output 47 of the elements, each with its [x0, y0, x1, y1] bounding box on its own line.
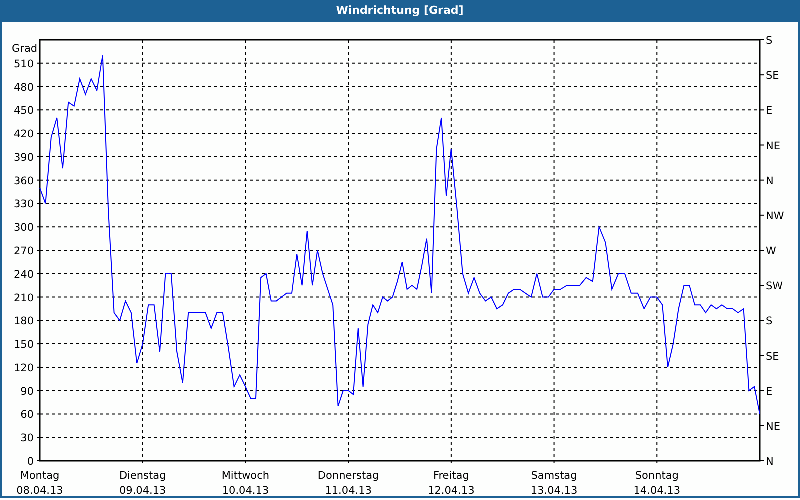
day-label: Montag: [20, 470, 60, 482]
y-axis-label: 150: [14, 338, 34, 351]
direction-label: SW: [766, 280, 784, 292]
direction-label: NE: [766, 420, 780, 433]
date-label: 11.04.13: [325, 484, 372, 496]
y-axis-label: 180: [14, 316, 34, 328]
direction-label: SE: [766, 70, 780, 82]
y-axis-label: 390: [14, 152, 34, 164]
y-axis-label: 30: [20, 432, 34, 445]
direction-label: S: [766, 34, 773, 47]
date-label: 09.04.13: [119, 484, 166, 496]
y-axis-title: Grad: [12, 42, 38, 55]
y-axis-label: 480: [14, 82, 34, 94]
direction-label: SE: [766, 350, 780, 363]
day-label: Mittwoch: [222, 470, 270, 482]
y-axis-label: 60: [20, 409, 34, 422]
date-label: 13.04.13: [530, 484, 578, 496]
y-axis-label: 360: [14, 175, 34, 188]
date-label: 12.04.13: [428, 484, 475, 496]
direction-label: E: [766, 386, 773, 398]
date-label: 10.04.13: [222, 484, 270, 496]
direction-label: N: [766, 456, 774, 468]
y-axis-label: 270: [14, 245, 34, 258]
y-axis-label: 330: [14, 198, 34, 211]
direction-label: S: [766, 316, 773, 328]
window-title: Windrichtung [Grad]: [2, 0, 798, 22]
day-label: Samstag: [531, 470, 578, 482]
y-axis-label: 240: [14, 268, 34, 281]
direction-label: NW: [766, 210, 784, 222]
direction-label: N: [766, 175, 774, 188]
date-label: 14.04.13: [634, 484, 681, 496]
y-axis-label: 510: [14, 58, 34, 70]
y-axis-label: 450: [14, 105, 34, 118]
day-label: Donnerstag: [318, 470, 380, 482]
day-label: Sonntag: [635, 470, 679, 482]
y-axis-label: 420: [14, 128, 34, 140]
direction-label: NE: [766, 140, 780, 152]
y-axis-label: 120: [14, 362, 34, 374]
direction-label: E: [766, 105, 773, 118]
y-axis-label: 0: [27, 456, 34, 468]
direction-label: W: [766, 245, 776, 258]
y-axis-label: 210: [14, 292, 34, 304]
y-axis-label: 300: [14, 222, 34, 234]
y-axis-label: 90: [20, 386, 34, 398]
day-label: Dienstag: [119, 470, 166, 482]
day-label: Freitag: [433, 470, 470, 482]
date-label: 08.04.13: [16, 484, 64, 496]
